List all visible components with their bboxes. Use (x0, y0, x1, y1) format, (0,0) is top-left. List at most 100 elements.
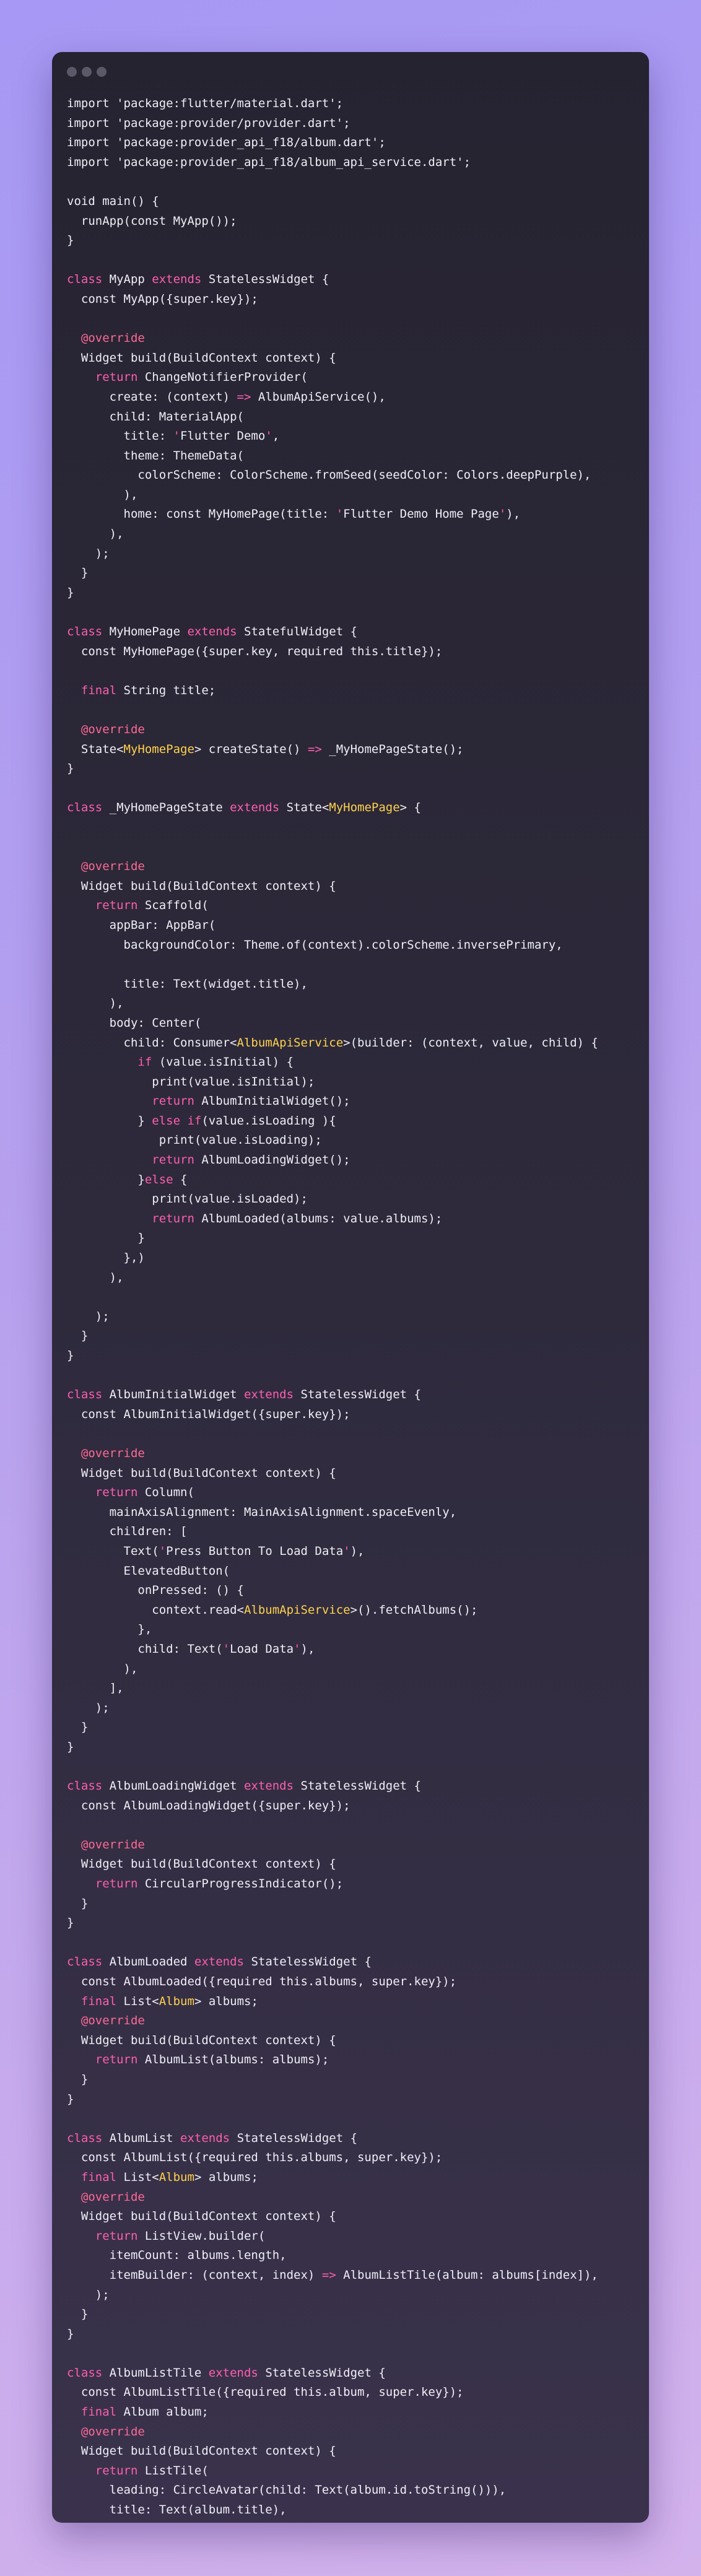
code-line: class _MyHomePageState extends State<MyH… (67, 798, 644, 818)
code-keyword: final (81, 2170, 117, 2184)
code-line: } (67, 1718, 644, 1738)
code-annotation: @override (81, 2190, 145, 2204)
code-keyword: else (144, 1172, 173, 1186)
code-text: MyApp (102, 272, 152, 287)
code-line: } (67, 2090, 644, 2110)
code-type-name: AlbumApiService (237, 1035, 344, 1050)
code-text: const MyApp({super.key}); (67, 292, 258, 306)
code-line: ), (67, 524, 644, 544)
code-line: } (67, 1326, 644, 1346)
code-keyword: final (81, 683, 117, 697)
zoom-dot-icon[interactable] (97, 67, 107, 77)
code-line: theme: ThemeData( (67, 446, 644, 466)
code-text: onPressed: () { (67, 1583, 244, 1598)
code-line: final String title; (67, 681, 644, 701)
code-text: List< (116, 1994, 159, 2008)
code-keyword: class (67, 801, 103, 815)
code-line: return ChangeNotifierProvider( (67, 368, 644, 388)
code-text: create: (context) (67, 389, 237, 404)
code-text: home: const MyHomePage(title: (67, 507, 336, 521)
code-text: const AlbumInitialWidget({super.key}); (67, 1407, 350, 1421)
code-text: ChangeNotifierProvider( (137, 370, 308, 385)
code-line: @override (67, 1444, 644, 1464)
code-keyword: extends (180, 2131, 230, 2145)
code-text: } (67, 1349, 74, 1362)
code-text: colorScheme: ColorScheme.fromSeed(seedCo… (67, 468, 591, 482)
code-keyword: ' (159, 1544, 167, 1558)
code-line: class AlbumList extends StatelessWidget … (67, 2129, 644, 2149)
code-line: ); (67, 544, 644, 564)
code-text: title: (67, 429, 173, 443)
code-line: itemCount: albums.length, (67, 2246, 644, 2266)
code-text: State< (279, 801, 329, 815)
code-line: Widget build(BuildContext context) { (67, 2207, 644, 2227)
code-text: StatefulWidget { (237, 625, 358, 639)
code-keyword: final (81, 1994, 117, 2008)
code-text: leading: CircleAvatar(child: Text(album.… (67, 2483, 507, 2497)
code-line: @override (67, 2422, 644, 2442)
code-annotation: @override (81, 723, 145, 736)
code-text: title: Text(widget.title), (67, 977, 308, 991)
code-text: StatelessWidget { (201, 272, 329, 287)
code-text: Widget build(BuildContext context) { (67, 2444, 336, 2458)
code-line: print(value.isLoading); (67, 1131, 644, 1151)
code-line: return ListTile( (67, 2461, 644, 2481)
code-keyword: return (95, 2229, 138, 2243)
code-line: },) (67, 1248, 644, 1268)
code-keyword: return (95, 1486, 138, 1500)
code-text: StatelessWidget { (230, 2131, 358, 2145)
code-line: const AlbumInitialWidget({super.key}); (67, 1405, 644, 1425)
code-text: } (67, 1172, 145, 1186)
code-line: onPressed: () { (67, 1581, 644, 1601)
code-text: itemBuilder: (context, index) (67, 2268, 322, 2282)
code-text: child: MaterialApp( (67, 409, 244, 424)
code-line: @override (67, 1835, 644, 1855)
code-keyword: class (67, 272, 103, 287)
minimize-dot-icon[interactable] (82, 67, 92, 77)
code-block: import 'package:flutter/material.dart'; i… (67, 94, 644, 2523)
code-line: } (67, 1738, 644, 1757)
code-text: AlbumLoadingWidget(); (194, 1153, 350, 1167)
code-line: Widget build(BuildContext context) { (67, 349, 644, 368)
code-keyword: extends (194, 1955, 244, 1969)
code-text: child: Consumer< (67, 1035, 237, 1050)
close-dot-icon[interactable] (67, 67, 77, 77)
code-line: final Album album; (67, 2403, 644, 2422)
code-text: const AlbumList({required this.albums, s… (67, 2151, 443, 2165)
code-text: ); (67, 1700, 110, 1715)
code-line: return Scaffold( (67, 896, 644, 916)
code-line: } (67, 231, 644, 251)
code-text: CircularProgressIndicator(); (137, 1877, 344, 1891)
code-keyword: class (67, 625, 103, 639)
code-text: MyHomePage (102, 625, 188, 639)
code-text: > albums; (194, 1994, 258, 2008)
code-line: title: Text(widget.title), (67, 975, 644, 994)
code-keyword: return (95, 2053, 138, 2067)
code-line: Widget build(BuildContext context) { (67, 877, 644, 897)
code-line: class MyHomePage extends StatefulWidget … (67, 622, 644, 642)
code-keyword: extends (208, 2365, 258, 2380)
code-keyword: extends (230, 801, 280, 815)
code-line: context.read<AlbumApiService>().fetchAlb… (67, 1601, 644, 1621)
code-line: final List<Album> albums; (67, 1992, 644, 2012)
code-text: > { (399, 801, 421, 815)
code-keyword: if (137, 1055, 152, 1069)
code-text: AlbumListTile(album: albums[index]), (336, 2268, 598, 2282)
code-line: } (67, 583, 644, 603)
code-text: Widget build(BuildContext context) { (67, 350, 336, 365)
code-text: (value.isLoading ){ (201, 1113, 336, 1128)
